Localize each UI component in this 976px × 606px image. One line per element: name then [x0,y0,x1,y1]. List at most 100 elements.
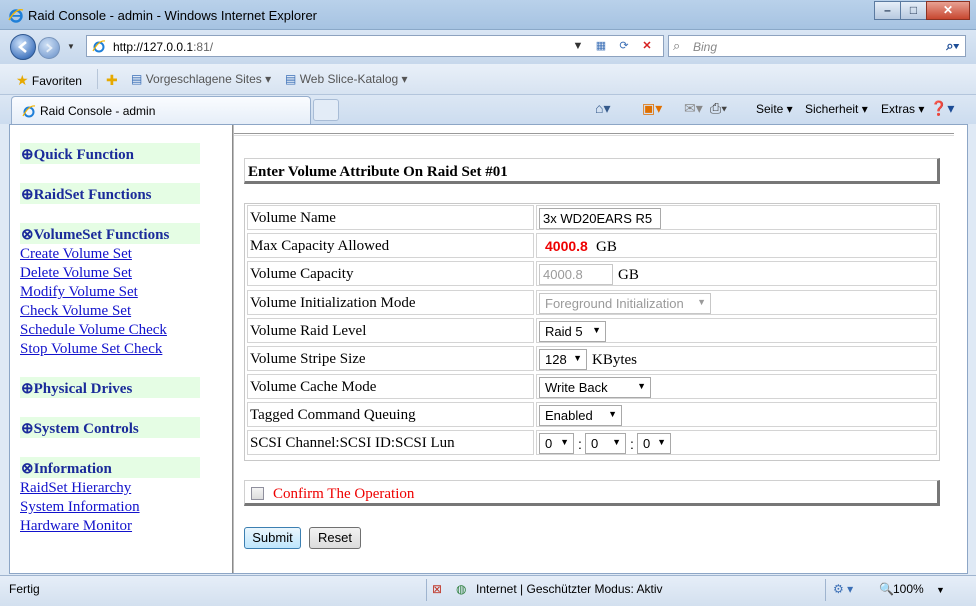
suggested-sites-icon: ▤ [131,72,143,86]
zoom-icon[interactable]: 🔍 [879,582,894,596]
favbar-divider [97,69,98,89]
init-mode-select: Foreground Initialization ▼ [539,293,711,314]
web-slice-link[interactable]: ▤ Web Slice-Katalog ▾ [285,72,408,86]
protected-mode-icon[interactable]: ⚙ ▾ [833,582,853,596]
page-icon [92,40,106,53]
link-check-volume-set[interactable]: Check Volume Set [20,303,131,320]
feeds-icon[interactable]: ▣▾ [642,100,662,117]
volume-name-label: Volume Name [247,205,534,230]
internet-zone-icon: ◍ [456,582,467,596]
chevron-down-icon: ▼ [657,437,666,447]
close-window-button[interactable]: ✕ [926,1,970,20]
confirm-operation-label[interactable]: Confirm The Operation [273,486,414,503]
table-row: Volume Initialization Mode Foreground In… [245,289,939,316]
suggested-sites-link[interactable]: ▤ Vorgeschlagene Sites ▾ [131,72,271,86]
confirm-operation-checkbox[interactable] [251,487,264,500]
status-divider [825,579,826,601]
favorites-bar: ★ Favoriten ✚ ▤ Vorgeschlagene Sites ▾ ▤… [0,64,976,95]
forward-button[interactable] [38,37,60,59]
zoom-dropdown-icon[interactable]: ▼ [936,585,945,595]
tcq-select[interactable]: Enabled ▼ [539,405,622,426]
menu-raidset-functions[interactable]: ⊕RaidSet Functions [20,183,200,204]
link-hardware-monitor[interactable]: Hardware Monitor [20,518,132,535]
link-schedule-volume-check[interactable]: Schedule Volume Check [20,322,167,339]
extras-menu[interactable]: Extras ▾ [881,102,924,116]
raid-level-label: Volume Raid Level [247,318,534,343]
back-button[interactable] [10,34,36,60]
link-raidset-hierarchy[interactable]: RaidSet Hierarchy [20,480,131,497]
url-port: :81/ [193,40,214,54]
add-to-favorites-bar-icon[interactable]: ✚ [106,72,118,89]
link-system-information[interactable]: System Information [20,499,140,516]
back-arrow-icon [17,41,27,53]
refresh-icon[interactable]: ⟳ [615,38,633,55]
max-capacity-cell: 4000.8 GB [536,233,937,258]
raid-level-cell: Raid 5 ▼ [536,318,937,343]
menu-system-controls[interactable]: ⊕System Controls [20,417,200,438]
table-row: Volume Capacity 4000.8 GB [245,260,939,287]
maximize-button[interactable]: □ [900,1,927,20]
scsi-id-select[interactable]: 0 ▼ [585,433,626,454]
blocked-content-icon[interactable]: ⊠ [432,582,442,596]
help-icon[interactable]: ❓▾ [930,100,954,117]
volume-capacity-label: Volume Capacity [247,261,534,286]
navigation-bar: ▼ http://127.0.0.1:81/ ▼ ▦ ⟳ ✕ ⌕ Bing ⌕▾ [0,30,976,64]
stripe-size-label: Volume Stripe Size [247,346,534,371]
window-controls: – □ ✕ [874,1,970,21]
tab-raid-console[interactable]: Raid Console - admin [11,96,311,124]
scsi-separator: : [578,436,582,452]
link-create-volume-set[interactable]: Create Volume Set [20,246,132,263]
security-zone-text[interactable]: Internet | Geschützter Modus: Aktiv [476,582,663,596]
security-menu[interactable]: Sicherheit ▾ [805,102,868,116]
tab-label: Raid Console - admin [40,104,156,118]
menu-quick-function[interactable]: ⊕Quick Function [20,143,200,164]
reset-button[interactable]: Reset [309,527,361,549]
link-stop-volume-set-check[interactable]: Stop Volume Set Check [20,341,162,358]
max-capacity-value: 4000.8 [545,238,588,254]
address-dropdown-icon[interactable]: ▼ [569,38,587,55]
mail-icon[interactable]: ✉▾ [684,100,703,117]
form-heading-box: Enter Volume Attribute On Raid Set #01 [244,158,940,184]
stripe-size-select[interactable]: 128 ▼ [539,349,587,370]
internet-explorer-icon [8,9,24,23]
home-icon[interactable]: ⌂▾ [595,100,610,117]
scsi-channel-select[interactable]: 0 ▼ [539,433,574,454]
menu-volumeset-functions[interactable]: ⊗VolumeSet Functions [20,223,200,244]
chevron-down-icon: ▼ [592,325,601,335]
link-modify-volume-set[interactable]: Modify Volume Set [20,284,138,301]
page-menu[interactable]: Seite ▾ [756,102,793,116]
cache-mode-select[interactable]: Write Back ▼ [539,377,651,398]
zoom-level[interactable]: 100% [893,582,924,596]
scsi-lun-select[interactable]: 0 ▼ [637,433,671,454]
print-icon[interactable]: ⎙▾ [710,100,727,117]
menu-physical-drives[interactable]: ⊕Physical Drives [20,377,200,398]
recent-pages-dropdown-icon[interactable]: ▼ [67,42,75,51]
chevron-down-icon: ▼ [637,381,646,391]
stop-icon[interactable]: ✕ [638,38,656,55]
menu-information[interactable]: ⊗Information [20,457,200,478]
left-menu-frame: ⊕Quick Function ⊕RaidSet Functions ⊗Volu… [10,125,232,573]
init-mode-label: Volume Initialization Mode [247,290,534,315]
volume-capacity-input: 4000.8 [539,264,613,285]
address-bar[interactable]: http://127.0.0.1:81/ ▼ ▦ ⟳ ✕ [86,35,664,57]
search-box[interactable]: ⌕ Bing ⌕▾ [668,35,966,57]
submit-button[interactable]: Submit [244,527,301,549]
status-divider [426,579,427,601]
volume-name-input[interactable]: 3x WD20EARS R5 [539,208,661,229]
raid-level-select[interactable]: Raid 5 ▼ [539,321,606,342]
compatibility-view-icon[interactable]: ▦ [592,38,610,55]
search-icon[interactable]: ⌕▾ [946,38,959,54]
link-delete-volume-set[interactable]: Delete Volume Set [20,265,132,282]
minimize-button[interactable]: – [874,1,901,20]
web-slice-label: Web Slice-Katalog ▾ [299,72,408,86]
stripe-size-cell: 128 ▼ KBytes [536,346,937,371]
stripe-size-unit: KBytes [592,352,637,368]
minimize-icon: – [884,3,891,17]
confirm-operation-box: Confirm The Operation [244,480,940,506]
suggested-sites-label: Vorgeschlagene Sites ▾ [145,72,272,86]
volume-name-cell: 3x WD20EARS R5 [536,205,937,230]
favorites-button[interactable]: ★ Favoriten [16,72,82,89]
search-placeholder: Bing [693,40,718,54]
new-tab-button[interactable] [313,99,339,121]
title-bar: Raid Console - admin - Windows Internet … [0,0,976,30]
